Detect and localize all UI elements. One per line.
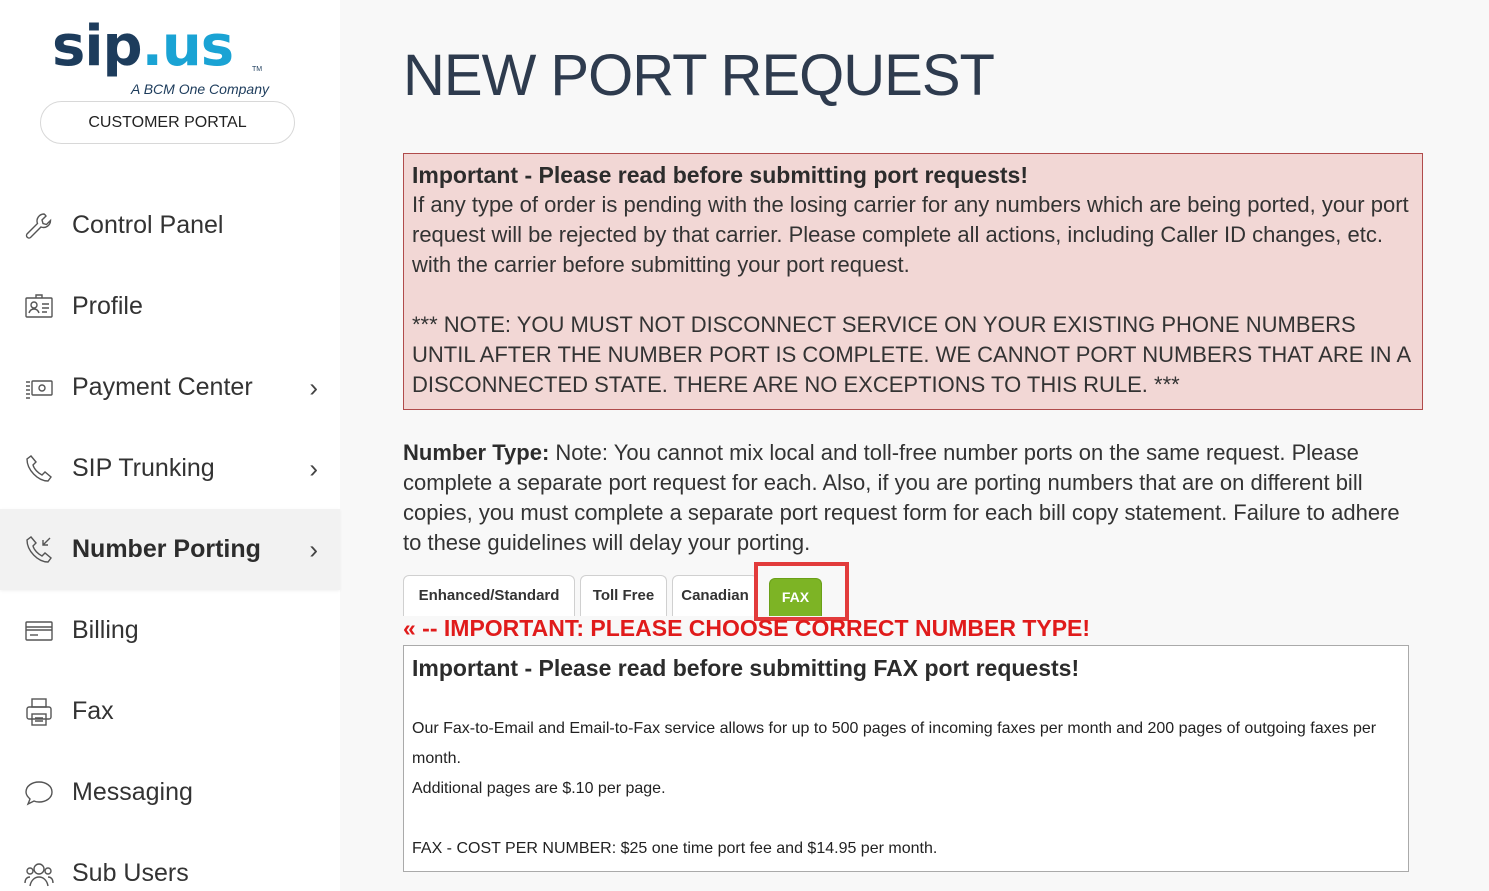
number-type-section: Number Type: Note: You cannot mix local … bbox=[403, 438, 1423, 558]
choose-number-type-warning: « -- IMPORTANT: PLEASE CHOOSE CORRECT NU… bbox=[403, 615, 1091, 641]
warning-note: *** NOTE: YOU MUST NOT DISCONNECT SERVIC… bbox=[412, 312, 1410, 397]
sidebar-item-label: Control Panel bbox=[72, 211, 224, 239]
sidebar-item-sip-trunking[interactable]: SIP Trunking › bbox=[0, 428, 340, 509]
phone-incoming-icon bbox=[22, 533, 56, 567]
sidebar-item-label: Fax bbox=[72, 697, 114, 725]
warning-title: Important - Please read before submittin… bbox=[412, 162, 1028, 188]
number-type-note: Note: You cannot mix local and toll-free… bbox=[403, 440, 1400, 555]
chevron-right-icon: › bbox=[309, 534, 318, 564]
warning-text: If any type of order is pending with the… bbox=[412, 192, 1409, 277]
chevron-right-icon: › bbox=[309, 453, 318, 483]
sidebar-item-profile[interactable]: Profile bbox=[0, 266, 340, 347]
chevron-right-icon: › bbox=[309, 372, 318, 402]
sidebar-item-label: Sub Users bbox=[72, 859, 189, 887]
fax-info-panel: Important - Please read before submittin… bbox=[403, 645, 1409, 872]
fax-icon bbox=[22, 695, 56, 729]
sidebar-item-sub-users[interactable]: Sub Users bbox=[0, 833, 340, 891]
fax-tab-highlight bbox=[754, 562, 849, 621]
tab-enhanced-standard[interactable]: Enhanced/Standard bbox=[403, 575, 575, 616]
sidebar-item-fax[interactable]: Fax bbox=[0, 671, 340, 752]
fax-info-pages: Our Fax-to-Email and Email-to-Fax servic… bbox=[412, 720, 1377, 767]
logo-tagline: A BCM One Company bbox=[131, 81, 269, 97]
sidebar-item-number-porting[interactable]: Number Porting › bbox=[0, 509, 340, 590]
wrench-icon bbox=[22, 209, 56, 243]
sidebar-item-label: SIP Trunking bbox=[72, 454, 215, 482]
sidebar-nav: Control Panel Profile Payment Center › S… bbox=[0, 185, 340, 891]
sidebar-item-label: Profile bbox=[72, 292, 143, 320]
sidebar-item-label: Number Porting bbox=[72, 535, 261, 563]
logo-trademark: TM bbox=[252, 66, 263, 73]
money-icon bbox=[22, 371, 56, 405]
customer-portal-button[interactable]: CUSTOMER PORTAL bbox=[40, 101, 295, 144]
sidebar-item-label: Messaging bbox=[72, 778, 193, 806]
credit-card-icon bbox=[22, 614, 56, 648]
sidebar-item-label: Payment Center bbox=[72, 373, 253, 401]
fax-info-cost: FAX - COST PER NUMBER: $25 one time port… bbox=[412, 840, 938, 857]
id-card-icon bbox=[22, 290, 56, 324]
sidebar-item-messaging[interactable]: Messaging bbox=[0, 752, 340, 833]
sidebar-item-billing[interactable]: Billing bbox=[0, 590, 340, 671]
tab-toll-free[interactable]: Toll Free bbox=[580, 575, 667, 616]
number-type-label: Number Type: bbox=[403, 440, 550, 465]
sidebar-item-control-panel[interactable]: Control Panel bbox=[0, 185, 340, 266]
page-title: NEW PORT REQUEST bbox=[403, 43, 995, 108]
chat-bubble-icon bbox=[22, 776, 56, 810]
fax-info-additional: Additional pages are $.10 per page. bbox=[412, 780, 666, 797]
users-icon bbox=[22, 857, 56, 891]
tab-canadian[interactable]: Canadian bbox=[672, 575, 758, 616]
sidebar-item-payment-center[interactable]: Payment Center › bbox=[0, 347, 340, 428]
sidebar: sip.us TM A BCM One Company CUSTOMER POR… bbox=[0, 0, 340, 891]
fax-info-title: Important - Please read before submittin… bbox=[412, 655, 1080, 681]
phone-icon bbox=[22, 452, 56, 486]
port-request-warning: Important - Please read before submittin… bbox=[403, 153, 1423, 410]
sidebar-item-label: Billing bbox=[72, 616, 139, 644]
sip-us-logo[interactable]: sip.us TM A BCM One Company bbox=[52, 14, 292, 100]
logo-wordmark: sip.us bbox=[52, 14, 234, 79]
